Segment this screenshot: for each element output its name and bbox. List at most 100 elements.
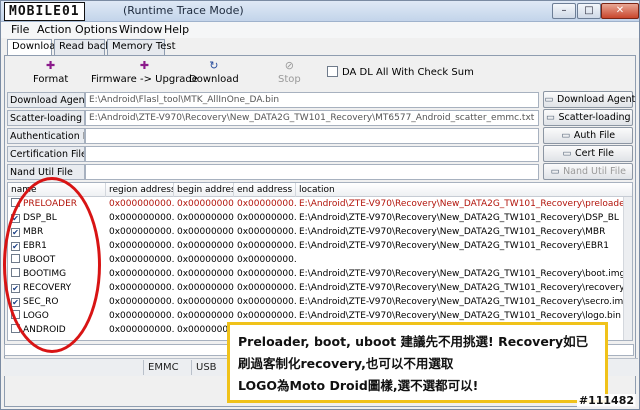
table-row[interactable]: ✔EBR10x000000000...0x00000000...0x000000… bbox=[8, 240, 632, 253]
partition-region-cell: 0x000000000... bbox=[109, 283, 174, 293]
nand-util-file-button[interactable]: ▭ Nand Util File bbox=[543, 163, 633, 180]
certification-file-label: Certification File bbox=[7, 146, 85, 162]
download-label: Download bbox=[189, 74, 239, 85]
folder-icon: ▭ bbox=[562, 148, 572, 159]
annotation-line: Preloader, boot, uboot 建議先不用挑選! Recovery… bbox=[238, 334, 589, 349]
partition-region-cell: 0x000000000... bbox=[109, 213, 174, 223]
stop-button[interactable]: ⊘ Stop bbox=[278, 59, 301, 86]
partition-location-cell: E:\Android\ZTE-V970\Recovery\New_DATA2G_… bbox=[299, 227, 606, 237]
partition-location-cell: E:\Android\ZTE-V970\Recovery\New_DATA2G_… bbox=[299, 283, 624, 293]
download-icon: ↻ bbox=[209, 59, 219, 72]
partition-region-cell: 0x000000000... bbox=[109, 269, 174, 279]
status-connection: USB bbox=[192, 360, 232, 375]
column-header-region-address[interactable]: region address bbox=[106, 183, 174, 197]
maximize-button[interactable]: □ bbox=[577, 3, 601, 19]
authentication-file-label: Authentication File bbox=[7, 128, 85, 144]
status-message bbox=[4, 360, 144, 375]
partition-begin-cell: 0x00000000... bbox=[177, 255, 234, 265]
watermark-text: #111482 bbox=[576, 394, 636, 407]
menu-window[interactable]: Window bbox=[119, 23, 162, 36]
tab-read-back[interactable]: Read back bbox=[54, 39, 111, 55]
partition-begin-cell: 0x00000000... bbox=[177, 269, 234, 279]
table-row[interactable]: ✔RECOVERY0x000000000...0x00000000...0x00… bbox=[8, 282, 632, 295]
table-vertical-scrollbar[interactable] bbox=[623, 197, 632, 340]
tab-download[interactable]: Download bbox=[7, 39, 62, 56]
folder-icon: ▭ bbox=[545, 112, 555, 123]
partition-region-cell: 0x000000000... bbox=[109, 311, 174, 321]
nand-util-file-field[interactable] bbox=[85, 164, 539, 180]
app-window: MOBILE01 (Runtime Trace Mode) – □ ✕ File… bbox=[0, 0, 640, 410]
partition-location-cell: E:\Android\ZTE-V970\Recovery\New_DATA2G_… bbox=[299, 241, 609, 251]
partition-begin-cell: 0x00000000... bbox=[177, 297, 234, 307]
column-header-begin-address[interactable]: begin address bbox=[174, 183, 234, 197]
partition-begin-cell: 0x00000000... bbox=[177, 227, 234, 237]
scatter-loading-field[interactable]: E:\Android\ZTE-V970\Recovery\New_DATA2G_… bbox=[85, 110, 539, 126]
partition-begin-cell: 0x00000000... bbox=[177, 199, 234, 209]
table-row[interactable]: PRELOADER0x000000000...0x00000000...0x00… bbox=[8, 198, 632, 211]
stop-label: Stop bbox=[278, 74, 301, 85]
authentication-file-field[interactable] bbox=[85, 128, 539, 144]
partition-begin-cell: 0x00000000... bbox=[177, 241, 234, 251]
partition-region-cell: 0x000000000... bbox=[109, 199, 174, 209]
site-logo: MOBILE01 bbox=[4, 2, 85, 21]
download-agent-button-label: Download Agent bbox=[557, 94, 636, 105]
cert-file-button[interactable]: ▭ Cert File bbox=[543, 145, 633, 162]
da-dl-checksum-option[interactable]: DA DL All With Check Sum bbox=[327, 66, 474, 78]
firmware-upgrade-icon: ✚ bbox=[139, 59, 150, 72]
auth-file-button[interactable]: ▭ Auth File bbox=[543, 127, 633, 144]
partition-end-cell: 0x00000000... bbox=[237, 227, 296, 237]
partition-end-cell: 0x00000000... bbox=[237, 283, 296, 293]
column-header-location[interactable]: location bbox=[296, 183, 632, 197]
download-button[interactable]: ↻ Download bbox=[189, 59, 239, 86]
table-row[interactable]: ✔MBR0x000000000...0x00000000...0x0000000… bbox=[8, 226, 632, 239]
partition-location-cell: E:\Android\ZTE-V970\Recovery\New_DATA2G_… bbox=[299, 213, 619, 223]
partition-region-cell: 0x000000000... bbox=[109, 241, 174, 251]
annotation-callout: Preloader, boot, uboot 建議先不用挑選! Recovery… bbox=[227, 322, 608, 403]
status-storage-type: EMMC bbox=[144, 360, 192, 375]
download-agent-field[interactable]: E:\Android\Flasl_tool\MTK_AllInOne_DA.bi… bbox=[85, 92, 539, 108]
partition-location-cell bbox=[296, 254, 624, 267]
partition-begin-cell: 0x00000000... bbox=[177, 325, 234, 335]
title-bar: MOBILE01 (Runtime Trace Mode) – □ ✕ bbox=[1, 1, 639, 22]
table-header: name region address begin address end ad… bbox=[8, 183, 632, 197]
menu-action[interactable]: Action bbox=[37, 23, 71, 36]
tab-memory-test[interactable]: Memory Test bbox=[107, 39, 176, 55]
window-title: (Runtime Trace Mode) bbox=[123, 4, 244, 17]
partition-begin-cell: 0x00000000... bbox=[177, 283, 234, 293]
scatter-loading-label: Scatter-loading File bbox=[7, 110, 85, 126]
partition-region-cell: 0x000000000... bbox=[109, 325, 174, 335]
folder-icon: ▭ bbox=[561, 130, 571, 141]
menu-options[interactable]: Options bbox=[75, 23, 117, 36]
partition-region-cell: 0x000000000... bbox=[109, 297, 174, 307]
table-row[interactable]: ✔DSP_BL0x000000000...0x00000000...0x0000… bbox=[8, 212, 632, 225]
firmware-upgrade-label: Firmware -> Upgrade bbox=[91, 74, 198, 85]
partition-region-cell: 0x000000000... bbox=[109, 255, 174, 265]
table-row[interactable]: UBOOT0x000000000...0x00000000...0x000000… bbox=[8, 254, 632, 267]
da-dl-checksum-checkbox[interactable] bbox=[327, 66, 338, 77]
da-dl-checksum-label: DA DL All With Check Sum bbox=[342, 67, 474, 78]
close-button[interactable]: ✕ bbox=[601, 3, 639, 19]
menu-help[interactable]: Help bbox=[164, 23, 189, 36]
menu-bar: File Action Options Window Help bbox=[1, 22, 639, 38]
certification-file-field[interactable] bbox=[85, 146, 539, 162]
format-button[interactable]: ✚ Format bbox=[33, 60, 69, 86]
folder-icon: ▭ bbox=[550, 166, 560, 177]
firmware-upgrade-button[interactable]: ✚ Firmware -> Upgrade bbox=[91, 59, 198, 86]
download-agent-label: Download Agent bbox=[7, 92, 85, 108]
download-agent-button[interactable]: ▭ Download Agent bbox=[543, 91, 636, 108]
menu-file[interactable]: File bbox=[11, 23, 29, 36]
cert-file-button-label: Cert File bbox=[574, 148, 615, 159]
table-row[interactable]: ✔SEC_RO0x000000000...0x00000000...0x0000… bbox=[8, 296, 632, 309]
scatter-loading-button[interactable]: ▭ Scatter-loading bbox=[543, 109, 633, 126]
minimize-button[interactable]: – bbox=[552, 3, 576, 19]
nand-util-file-button-label: Nand Util File bbox=[563, 166, 626, 177]
partition-end-cell: 0x00000000... bbox=[237, 297, 296, 307]
column-header-end-address[interactable]: end address bbox=[234, 183, 296, 197]
annotation-line: LOGO為Moto Droid圖樣,選不選都可以! bbox=[238, 378, 479, 393]
highlight-ellipse bbox=[3, 177, 101, 353]
partition-begin-cell: 0x00000000... bbox=[177, 311, 234, 321]
format-label: Format bbox=[33, 74, 69, 85]
stop-icon: ⊘ bbox=[284, 59, 294, 72]
partition-location-cell: E:\Android\ZTE-V970\Recovery\New_DATA2G_… bbox=[299, 297, 624, 307]
table-row[interactable]: BOOTIMG0x000000000...0x00000000...0x0000… bbox=[8, 268, 632, 281]
